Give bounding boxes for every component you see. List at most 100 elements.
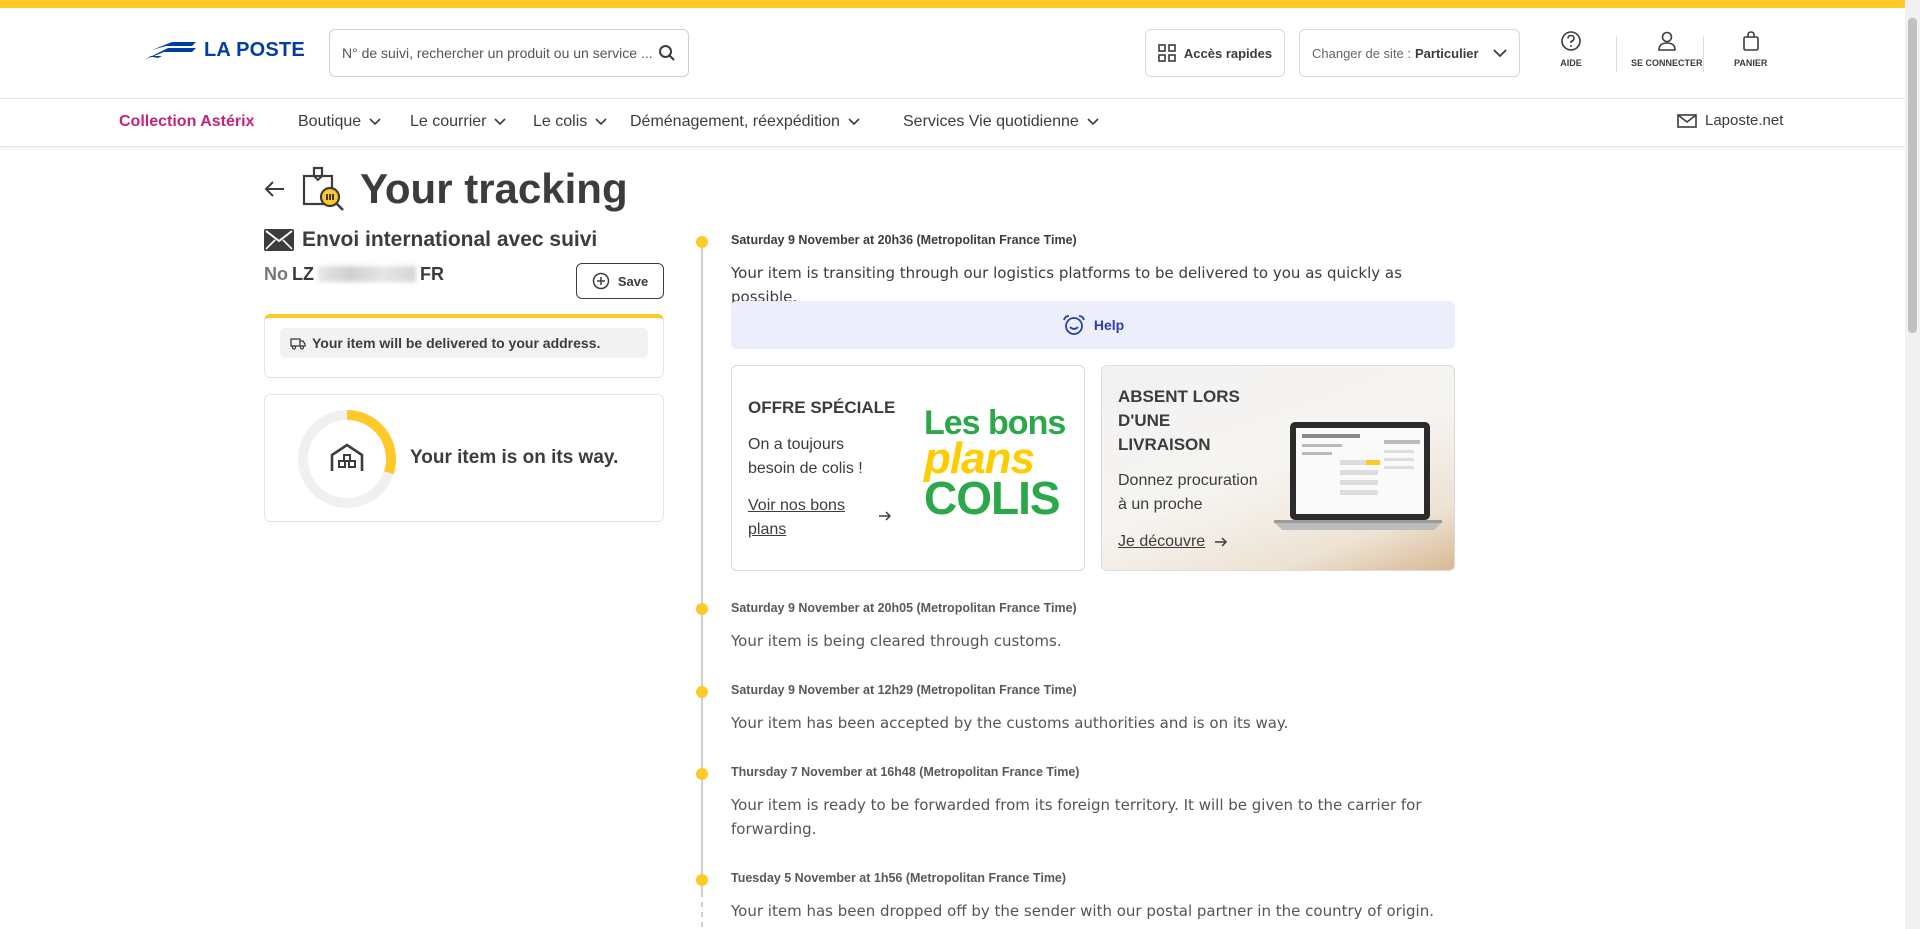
envelope-icon xyxy=(1677,113,1697,128)
nav-item-boutique[interactable]: Boutique xyxy=(298,113,381,131)
nav-item-collection-asterix[interactable]: Collection Astérix xyxy=(119,113,254,131)
chevron-down-icon xyxy=(1493,49,1507,58)
search-icon[interactable] xyxy=(658,44,676,62)
header-divider xyxy=(1703,36,1704,72)
search-input[interactable] xyxy=(342,45,658,61)
event-date: Saturday 9 November at 12h29 (Metropolit… xyxy=(731,683,1077,697)
cart-label: PANIER xyxy=(1734,58,1768,68)
nav-item-colis[interactable]: Le colis xyxy=(533,113,607,131)
help-header-button[interactable]: AIDE xyxy=(1560,30,1582,68)
timeline-dot xyxy=(696,686,708,698)
top-color-band xyxy=(0,0,1920,8)
help-button[interactable]: Help xyxy=(731,301,1455,349)
nav-item-label: Le courrier xyxy=(410,113,487,130)
event-text: Your item is ready to be forwarded from … xyxy=(731,796,1422,814)
status-text: Your item is on its way. xyxy=(410,447,619,468)
nav-item-demenagement[interactable]: Déménagement, réexpédition xyxy=(630,113,860,131)
event-text: forwarding. xyxy=(731,820,817,838)
timeline-dot xyxy=(696,768,708,780)
chevron-down-icon xyxy=(848,118,860,126)
back-arrow-icon[interactable] xyxy=(264,180,286,198)
chevron-down-icon xyxy=(369,118,381,126)
page-scrollbar-thumb[interactable] xyxy=(1908,18,1917,333)
main-navigation: Collection Astérix Boutique Le courrier … xyxy=(0,99,1905,147)
site-switcher-value: Particulier xyxy=(1415,45,1479,61)
chevron-down-icon xyxy=(595,118,607,126)
timeline-dot xyxy=(696,874,708,886)
save-button-label: Save xyxy=(617,273,649,289)
promo-absent-title-line: D'UNE xyxy=(1118,411,1171,430)
page-title: Your tracking xyxy=(360,165,628,212)
quick-access-button[interactable]: Accès rapides xyxy=(1145,29,1285,77)
tracking-number-redacted xyxy=(318,266,416,282)
status-card: Your item is on its way. xyxy=(264,394,664,522)
nav-item-label: Déménagement, réexpédition xyxy=(630,113,840,130)
la-poste-bird-icon xyxy=(144,42,196,60)
promo-card-absent[interactable]: ABSENT LORS D'UNE LIVRAISON Donnez procu… xyxy=(1101,365,1455,571)
nav-item-services[interactable]: Services Vie quotidienne xyxy=(903,113,1099,131)
tracking-number-prefix: LZ xyxy=(292,264,314,284)
promo-absent-link[interactable]: Je découvre xyxy=(1118,530,1205,554)
nav-item-label: Le colis xyxy=(533,113,588,130)
promo-absent-title-line: LIVRAISON xyxy=(1118,435,1211,454)
shipment-type-label: Envoi international avec suivi xyxy=(302,228,598,251)
promo-offer-link[interactable]: Voir nos bons xyxy=(748,494,845,518)
shopping-bag-icon xyxy=(1742,31,1759,51)
promo-offer-title: OFFRE SPÉCIALE xyxy=(748,398,896,417)
help-header-label: AIDE xyxy=(1560,58,1582,68)
warehouse-icon xyxy=(330,443,364,471)
delivery-note-text: Your item will be delivered to your addr… xyxy=(312,335,601,351)
site-header: LA POSTE Accès rapides Changer de site :… xyxy=(0,8,1905,99)
nav-item-label: Collection Astérix xyxy=(119,113,255,130)
promo-absent-text-line: Donnez procuration xyxy=(1118,472,1258,489)
page-title-row: Your tracking xyxy=(264,165,628,213)
nav-item-label: Boutique xyxy=(298,113,362,130)
tracking-number-label: No xyxy=(264,264,288,284)
timeline-dot xyxy=(696,236,708,248)
laposte-net-link[interactable]: Laposte.net xyxy=(1677,112,1783,129)
login-button[interactable]: SE CONNECTER xyxy=(1631,30,1703,68)
la-poste-logo[interactable]: LA POSTE xyxy=(142,38,305,62)
envelope-icon xyxy=(264,229,294,251)
grid-icon xyxy=(1158,44,1176,62)
promo-absent-title-line: ABSENT LORS xyxy=(1118,387,1240,406)
event-text: Your item has been accepted by the custo… xyxy=(731,714,1289,732)
chevron-down-icon xyxy=(494,118,507,126)
timeline-line xyxy=(701,242,703,892)
promo-offer-link[interactable]: plans xyxy=(748,518,786,542)
site-switcher[interactable]: Changer de site : Particulier xyxy=(1299,29,1520,77)
parcel-tracking-icon xyxy=(302,166,344,211)
header-divider xyxy=(1616,36,1617,72)
delivery-truck-icon xyxy=(290,338,306,350)
event-date: Saturday 9 November at 20h05 (Metropolit… xyxy=(731,601,1077,615)
login-label: SE CONNECTER xyxy=(1631,58,1703,68)
timeline-dot xyxy=(696,603,708,615)
chevron-down-icon xyxy=(1087,118,1099,126)
laptop-illustration xyxy=(1274,422,1442,530)
quick-access-label: Accès rapides xyxy=(1183,45,1273,61)
event-date: Thursday 7 November at 16h48 (Metropolit… xyxy=(731,765,1080,779)
cart-button[interactable]: PANIER xyxy=(1734,30,1767,68)
save-button[interactable]: Save xyxy=(576,263,664,299)
promo-card-offer[interactable]: OFFRE SPÉCIALE On a toujours besoin de c… xyxy=(731,365,1085,571)
site-switcher-label: Changer de site : xyxy=(1312,45,1412,61)
event-text: Your item is being cleared through custo… xyxy=(731,632,1062,650)
arrow-right-icon xyxy=(1215,537,1228,547)
event-text: Your item has been dropped off by the se… xyxy=(731,902,1434,920)
delivery-note: Your item will be delivered to your addr… xyxy=(280,328,648,358)
user-icon xyxy=(1657,31,1676,51)
promo-absent-text-line: à un proche xyxy=(1118,496,1203,513)
search-box[interactable] xyxy=(329,29,689,77)
delivery-info-card: Your item will be delivered to your addr… xyxy=(264,314,664,378)
bons-plans-colis-logo: Les bons plans COLIS xyxy=(924,406,1074,521)
tracking-number: No LZ FR xyxy=(264,264,444,285)
timeline-line-dashed xyxy=(701,892,703,929)
event-date: Tuesday 5 November at 1h56 (Metropolitan… xyxy=(731,871,1067,885)
nav-item-courrier[interactable]: Le courrier xyxy=(410,113,507,131)
shipment-type: Envoi international avec suivi xyxy=(264,228,597,252)
arrow-right-icon xyxy=(879,511,892,521)
logo-text: LA POSTE xyxy=(204,38,305,61)
tracking-number-suffix: FR xyxy=(420,264,444,284)
help-label: Help xyxy=(1093,317,1125,333)
nav-item-label: Services Vie quotidienne xyxy=(903,113,1079,130)
